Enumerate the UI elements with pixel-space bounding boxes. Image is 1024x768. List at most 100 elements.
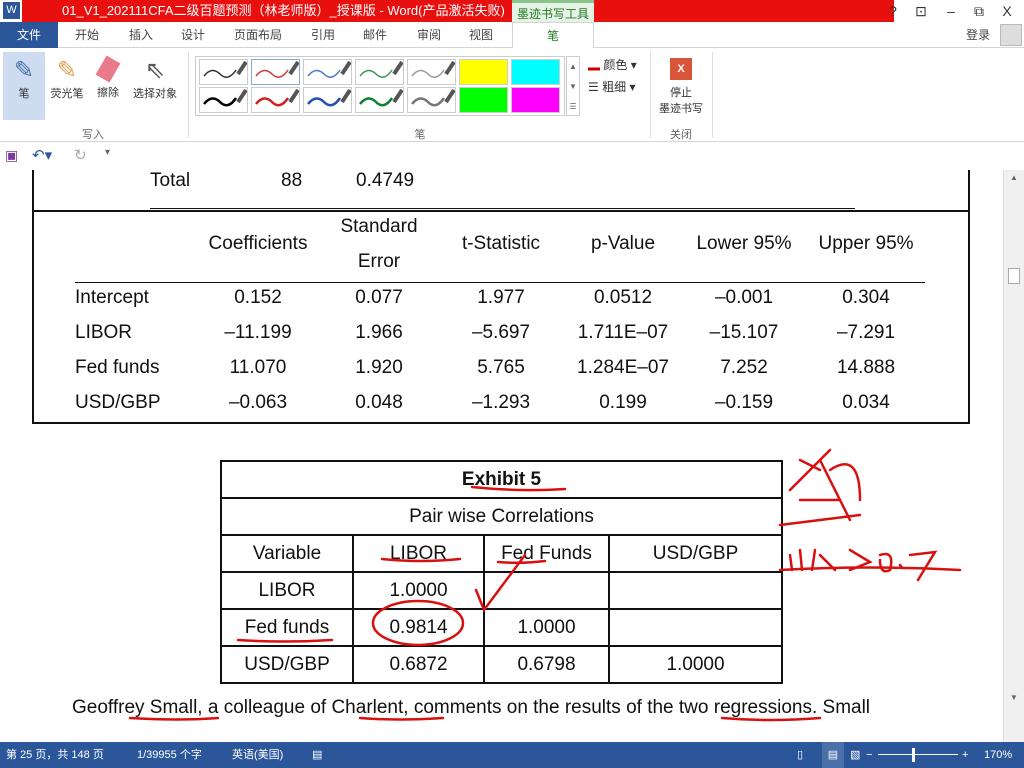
- scroll-up-arrow[interactable]: ▲: [1004, 173, 1024, 182]
- table-cell: 0.199: [599, 392, 647, 413]
- word-count[interactable]: 1/39955 个字: [137, 742, 202, 768]
- total-df: 88: [281, 170, 303, 191]
- scroll-thumb[interactable]: [1008, 268, 1020, 284]
- cell: 0.6872: [352, 645, 485, 684]
- pen-swatch[interactable]: [199, 87, 248, 113]
- thickness-icon: ☰: [588, 80, 599, 94]
- group-label-write: 写入: [82, 129, 104, 141]
- pen-swatch[interactable]: [355, 59, 404, 85]
- customize-qat-icon[interactable]: ▾: [105, 147, 110, 158]
- col-header: LIBOR: [352, 534, 485, 573]
- table-cell: –1.293: [471, 392, 531, 413]
- table-cell: 1.711E–07: [577, 322, 669, 343]
- cell: 1.0000: [483, 608, 610, 647]
- undo-icon[interactable]: ↶▾: [32, 146, 52, 164]
- highlighter-button[interactable]: ✎ 荧光笔: [46, 52, 88, 120]
- row-label: USD/GBP: [75, 392, 161, 413]
- scroll-down-arrow[interactable]: ▼: [1004, 690, 1024, 706]
- sign-in-link[interactable]: 登录: [966, 22, 990, 48]
- document-page[interactable]: Total 88 0.4749 Coefficients Standard Er…: [0, 170, 1003, 742]
- cell: [608, 608, 783, 647]
- ink-character: [778, 448, 862, 527]
- zoom-slider[interactable]: [878, 754, 958, 755]
- ink-underline: [778, 566, 962, 572]
- table-cell: –5.697: [471, 322, 531, 343]
- table-cell: –15.107: [709, 322, 779, 343]
- pen-tool-button[interactable]: ✎ 笔: [3, 52, 45, 120]
- table-cell: –11.199: [224, 322, 292, 343]
- thickness-label: 粗细: [602, 80, 627, 94]
- help-button[interactable]: ?: [880, 0, 906, 22]
- header-rule: [75, 282, 925, 283]
- table-row: Fed funds 0.9814 1.0000: [220, 608, 783, 647]
- stop-inking-button[interactable]: X 停止 墨迹书写: [654, 56, 708, 116]
- pen-swatch[interactable]: [251, 87, 300, 113]
- exhibit-5-table: Exhibit 5 Pair wise Correlations Variabl…: [220, 460, 783, 684]
- web-layout-icon[interactable]: ▧: [850, 742, 860, 768]
- table-cell: –0.063: [228, 392, 288, 413]
- pen-swatch[interactable]: [407, 59, 456, 85]
- tab-review[interactable]: 审阅: [406, 22, 452, 48]
- table-cell: –0.001: [714, 287, 774, 308]
- pen-swatch[interactable]: [251, 59, 300, 85]
- pen-swatch[interactable]: [303, 87, 352, 113]
- page-count[interactable]: 第 25 页，共 148 页: [6, 742, 104, 768]
- table-cell: 0.077: [355, 287, 403, 308]
- tab-view[interactable]: 视图: [458, 22, 504, 48]
- vertical-scrollbar[interactable]: ▲ ▼: [1003, 170, 1024, 742]
- tab-insert[interactable]: 插入: [118, 22, 164, 48]
- macro-icon[interactable]: ▤: [312, 742, 322, 768]
- rule: [150, 208, 855, 209]
- cell: 1.0000: [608, 645, 783, 684]
- table-row: LIBOR 1.0000: [220, 571, 783, 610]
- row-label: Intercept: [75, 287, 149, 308]
- zoom-slider-thumb[interactable]: [912, 748, 915, 762]
- eraser-button[interactable]: 擦除: [90, 52, 126, 120]
- save-icon[interactable]: ▣: [5, 147, 18, 164]
- table-border: [32, 170, 34, 424]
- word-icon[interactable]: W: [3, 2, 20, 19]
- avatar[interactable]: [1000, 24, 1022, 46]
- cell: 0.6798: [483, 645, 610, 684]
- cell: USD/GBP: [220, 645, 354, 684]
- pen-swatch[interactable]: [511, 59, 560, 85]
- ribbon-display-button[interactable]: ⊡: [908, 0, 934, 22]
- cursor-icon: ⇖: [144, 57, 166, 84]
- gallery-scroll[interactable]: ▲ ▼ ☰: [566, 56, 580, 116]
- tab-mailings[interactable]: 邮件: [352, 22, 398, 48]
- pen-swatch[interactable]: [355, 87, 404, 113]
- tab-pen[interactable]: 笔: [512, 22, 594, 49]
- tab-references[interactable]: 引用: [300, 22, 346, 48]
- pen-swatch[interactable]: [199, 59, 248, 85]
- zoom-in-button[interactable]: +: [962, 742, 968, 768]
- tab-file[interactable]: 文件: [0, 22, 58, 48]
- redo-icon[interactable]: ↻: [74, 146, 87, 164]
- divider: [188, 52, 189, 138]
- pen-swatch[interactable]: [511, 87, 560, 113]
- pen-swatch[interactable]: [407, 87, 456, 113]
- select-objects-button[interactable]: ⇖ 选择对象: [128, 52, 182, 120]
- print-layout-icon[interactable]: ▤: [822, 742, 844, 768]
- col-header: Coefficients: [208, 233, 308, 254]
- tab-design[interactable]: 设计: [170, 22, 216, 48]
- col-header: Lower 95%: [696, 233, 792, 254]
- pen-swatch[interactable]: [459, 59, 508, 85]
- tab-layout[interactable]: 页面布局: [228, 22, 288, 48]
- close-button[interactable]: X: [994, 0, 1020, 22]
- zoom-level[interactable]: 170%: [984, 742, 1012, 768]
- zoom-out-button[interactable]: −: [866, 742, 872, 768]
- window-title: 01_V1_202111CFA二级百题预测（林老师版）_授课版 - Word(产…: [22, 0, 894, 22]
- minimize-button[interactable]: –: [938, 0, 964, 22]
- pen-swatch[interactable]: [303, 59, 352, 85]
- maximize-button[interactable]: ⧉: [966, 0, 992, 22]
- tab-home[interactable]: 开始: [64, 22, 110, 48]
- pen-swatch[interactable]: [459, 87, 508, 113]
- pen-thickness-button[interactable]: ☰ 粗细 ▾: [588, 78, 635, 95]
- col-header: Upper 95%: [818, 233, 914, 254]
- table-border: [32, 210, 970, 212]
- read-mode-icon[interactable]: ▯: [797, 742, 803, 768]
- language[interactable]: 英语(美国): [232, 742, 283, 768]
- exhibit-subtitle: Pair wise Correlations: [220, 497, 783, 536]
- pen-color-button[interactable]: ▂ 颜色 ▾: [588, 56, 637, 73]
- table-cell: 1.966: [355, 322, 403, 343]
